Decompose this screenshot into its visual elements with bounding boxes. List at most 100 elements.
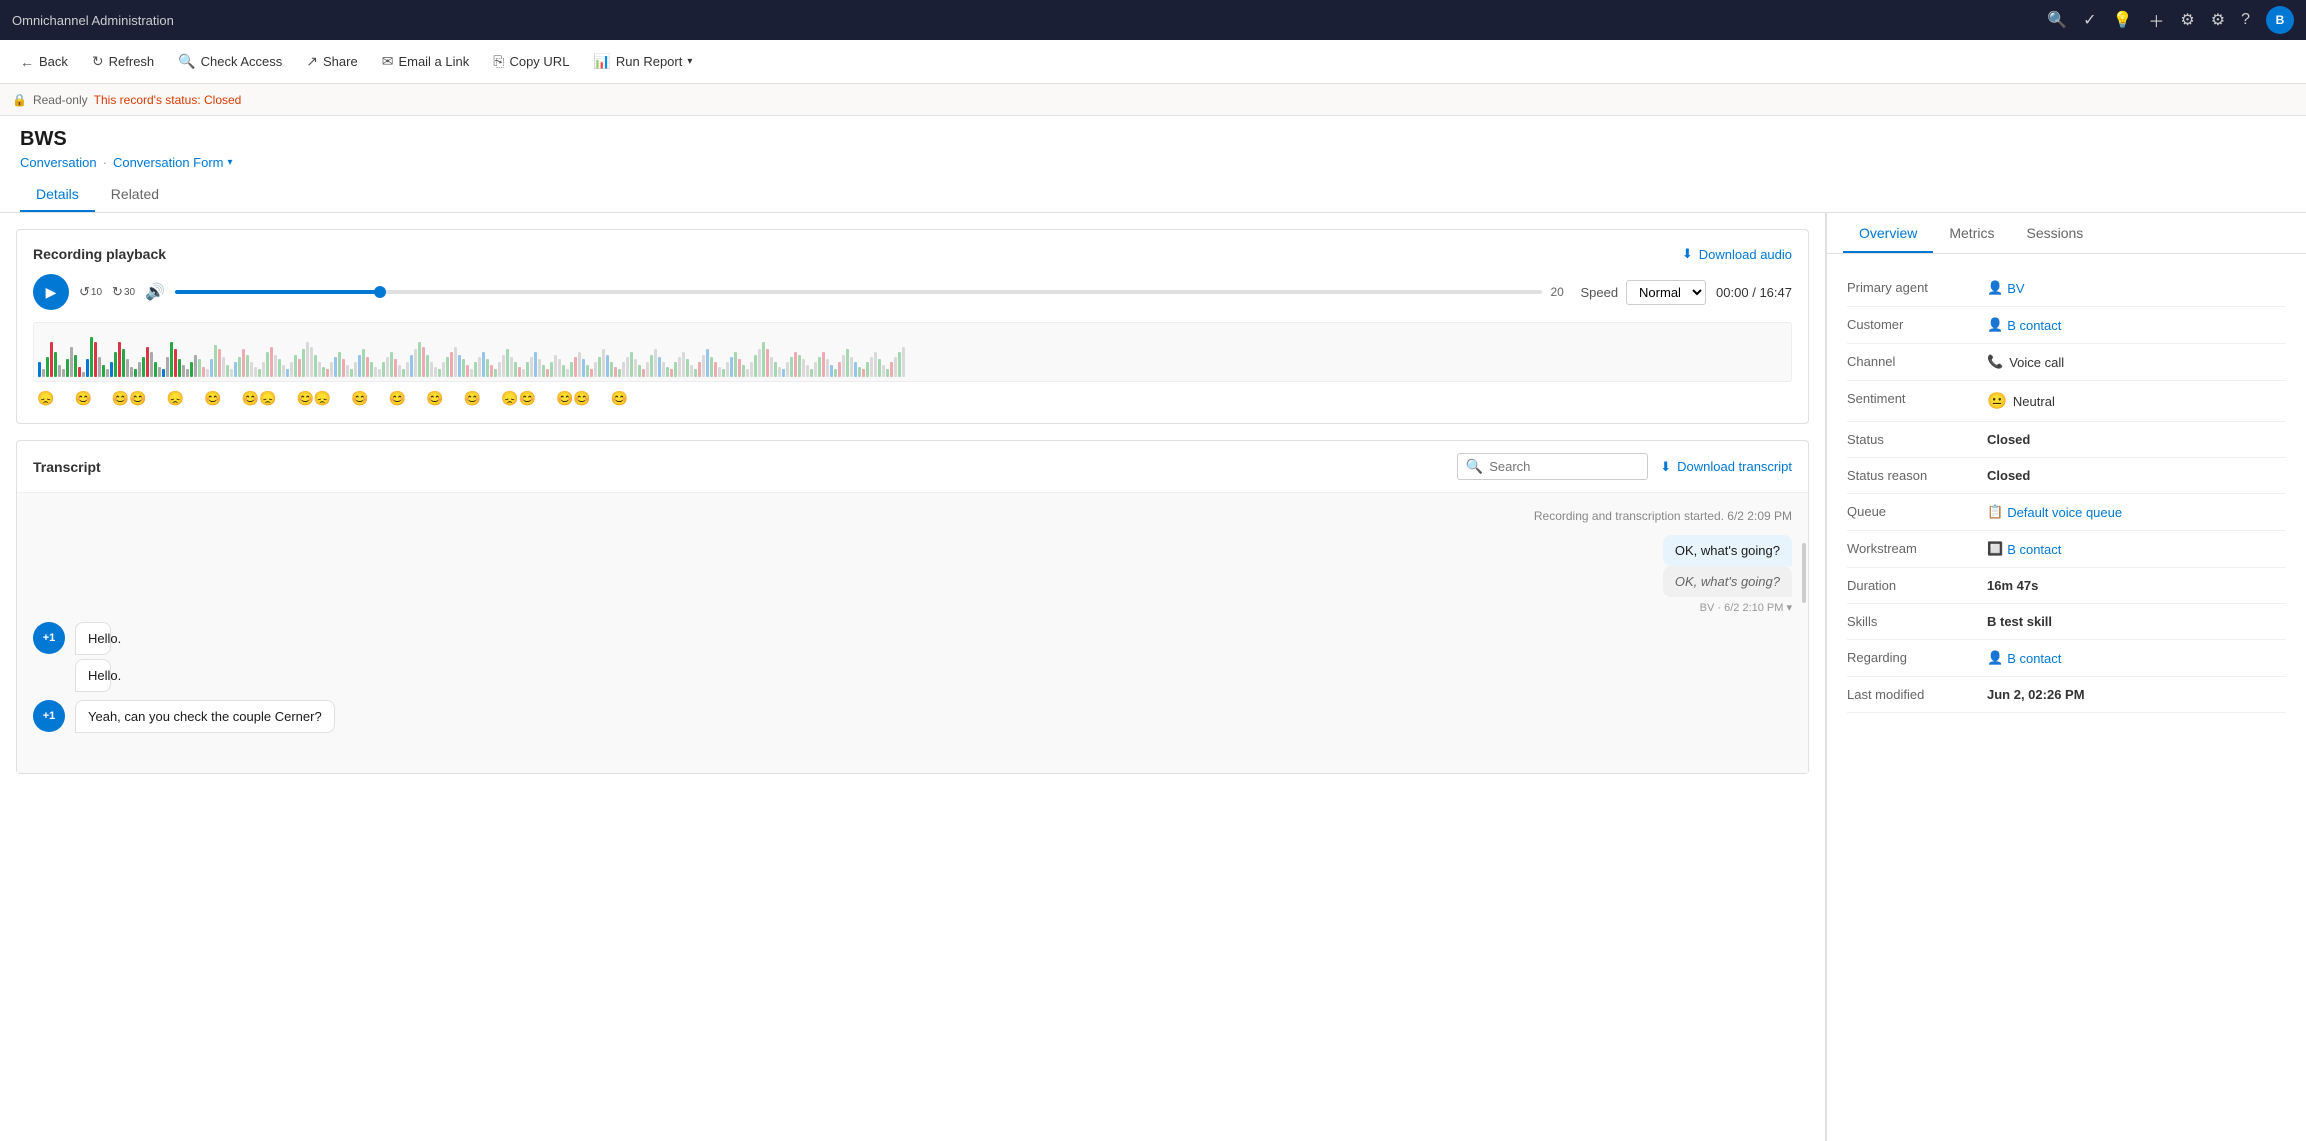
speed-section: Speed Normal 0.5x 1.5x 2x <box>1580 280 1706 305</box>
skip-forward-button[interactable]: ↻30 <box>112 284 135 300</box>
download-audio-button[interactable]: ⬇ Download audio <box>1682 246 1792 262</box>
copy-url-button[interactable]: ⎘ Copy URL <box>483 48 579 75</box>
download-transcript-button[interactable]: ⬇ Download transcript <box>1660 459 1792 475</box>
progress-thumb[interactable] <box>374 286 386 298</box>
workstream-value[interactable]: 🔲 B contact <box>1987 541 2286 557</box>
customer-message-2: +1 Yeah, can you check the couple Cerner… <box>33 700 1792 733</box>
field-duration: Duration 16m 47s <box>1847 568 2286 604</box>
regarding-value[interactable]: 👤 B contact <box>1987 650 2286 666</box>
help-icon[interactable]: ? <box>2241 11 2250 29</box>
customer-label: Customer <box>1847 317 1987 332</box>
customer-bubble-2: Yeah, can you check the couple Cerner? <box>75 700 335 733</box>
emotion-icon-3: 😊😊 <box>112 390 147 407</box>
customer-avatar-1: +1 <box>33 622 65 654</box>
status-reason-label: Status reason <box>1847 468 1987 483</box>
regarding-person-icon: 👤 <box>1987 650 2003 666</box>
refresh-icon: ↻ <box>92 53 104 70</box>
customer-message-1: +1 Hello. Hello. <box>33 622 1792 692</box>
transcript-start-note: Recording and transcription started. 6/2… <box>33 509 1792 523</box>
transcript-search-container[interactable]: 🔍 <box>1457 453 1648 480</box>
main-content: Recording playback ⬇ Download audio ▶ ↺1… <box>0 213 2306 1141</box>
volume-button[interactable]: 🔊 <box>145 282 165 302</box>
primary-agent-value[interactable]: 👤 BV <box>1987 280 2286 296</box>
emotion-icon-8: 😊 <box>351 390 368 407</box>
email-link-button[interactable]: ✉ Email a Link <box>372 48 480 75</box>
duration-value: 16m 47s <box>1987 578 2286 593</box>
skip-back-icon: ↺ <box>79 284 90 300</box>
emotion-icon-11: 😊 <box>464 390 481 407</box>
settings-icon[interactable]: ⚙ <box>2211 10 2225 30</box>
emotion-icon-13: 😊😊 <box>556 390 591 407</box>
check-icon[interactable]: ✓ <box>2083 10 2096 30</box>
sentiment-label: Sentiment <box>1847 391 1987 406</box>
right-panel: Overview Metrics Sessions Primary agent … <box>1826 213 2306 1141</box>
progress-bar[interactable] <box>175 290 1542 294</box>
check-access-button[interactable]: 🔍 Check Access <box>168 48 292 75</box>
page-title: BWS <box>20 128 2286 151</box>
scroll-indicator <box>1802 543 1806 603</box>
tab-sessions[interactable]: Sessions <box>2010 213 2099 253</box>
skip-back-button[interactable]: ↺10 <box>79 284 102 300</box>
queue-value[interactable]: 📋 Default voice queue <box>1987 504 2286 520</box>
agent-bubble-1: OK, what's going? <box>1663 535 1792 566</box>
queue-icon: 📋 <box>1987 504 2003 520</box>
breadcrumb-parent[interactable]: Conversation <box>20 155 97 170</box>
page-header: BWS Conversation · Conversation Form ▾ D… <box>0 116 2306 213</box>
audio-player: ▶ ↺10 ↻30 🔊 20 Speed <box>33 274 1792 310</box>
tab-details[interactable]: Details <box>20 178 95 212</box>
customer-value[interactable]: 👤 B contact <box>1987 317 2286 333</box>
emotion-icon-6: 😊😞 <box>242 390 277 407</box>
status-reason-value: Closed <box>1987 468 2286 483</box>
agent-message-1: OK, what's going? OK, what's going? BV ·… <box>33 535 1792 614</box>
report-icon: 📊 <box>593 53 610 70</box>
tab-overview[interactable]: Overview <box>1843 213 1933 253</box>
agent-bubble-1-italic: OK, what's going? <box>1663 566 1792 597</box>
breadcrumb-current[interactable]: Conversation Form ▾ <box>113 155 233 170</box>
recording-header: Recording playback ⬇ Download audio <box>33 246 1792 262</box>
last-modified-label: Last modified <box>1847 687 1987 702</box>
agent-meta-1: BV · 6/2 2:10 PM ▾ <box>1700 601 1792 614</box>
speed-select[interactable]: Normal 0.5x 1.5x 2x <box>1626 280 1706 305</box>
field-regarding: Regarding 👤 B contact <box>1847 640 2286 677</box>
play-button[interactable]: ▶ <box>33 274 69 310</box>
counter-label: 20 <box>1550 285 1570 299</box>
field-last-modified: Last modified Jun 2, 02:26 PM <box>1847 677 2286 713</box>
primary-agent-label: Primary agent <box>1847 280 1987 295</box>
tab-related[interactable]: Related <box>95 178 175 212</box>
nav-icons: 🔍 ✓ 💡 ＋ ⚙ ⚙ ? B <box>2047 6 2294 34</box>
emotion-icon-14: 😊 <box>611 390 628 407</box>
duration-label: Duration <box>1847 578 1987 593</box>
email-icon: ✉ <box>382 53 394 70</box>
queue-label: Queue <box>1847 504 1987 519</box>
run-report-button[interactable]: 📊 Run Report ▾ <box>583 48 702 75</box>
channel-label: Channel <box>1847 354 1987 369</box>
field-sentiment: Sentiment 😐 Neutral <box>1847 381 2286 422</box>
transcript-title: Transcript <box>33 459 101 475</box>
waveform-container[interactable] <box>33 322 1792 382</box>
field-primary-agent: Primary agent 👤 BV <box>1847 270 2286 307</box>
filter-icon[interactable]: ⚙ <box>2180 10 2194 30</box>
search-icon[interactable]: 🔍 <box>2047 10 2067 30</box>
page-tabs: Details Related <box>20 178 2286 212</box>
tab-metrics[interactable]: Metrics <box>1933 213 2010 253</box>
transcript-search-input[interactable] <box>1489 459 1639 474</box>
field-skills: Skills B test skill <box>1847 604 2286 640</box>
sentiment-icon: 😐 <box>1987 391 2007 411</box>
lightbulb-icon[interactable]: 💡 <box>2112 10 2132 30</box>
user-avatar[interactable]: B <box>2266 6 2294 34</box>
plus-icon[interactable]: ＋ <box>2148 8 2164 32</box>
emotion-icon-10: 😊 <box>426 390 443 407</box>
regarding-label: Regarding <box>1847 650 1987 665</box>
left-panel: Recording playback ⬇ Download audio ▶ ↺1… <box>0 213 1826 1141</box>
transcript-header: Transcript 🔍 ⬇ Download transcript <box>17 441 1808 493</box>
waveform <box>33 322 1792 382</box>
share-button[interactable]: ↗ Share <box>296 48 367 75</box>
share-icon: ↗ <box>306 53 318 70</box>
refresh-button[interactable]: ↻ Refresh <box>82 48 164 75</box>
breadcrumb-separator: · <box>103 155 107 170</box>
customer-person-icon: 👤 <box>1987 317 2003 333</box>
progress-fill <box>175 290 380 294</box>
emotion-icon-5: 😊 <box>204 390 221 407</box>
back-button[interactable]: ← Back <box>10 49 78 75</box>
emotion-icon-7: 😊😞 <box>297 390 332 407</box>
